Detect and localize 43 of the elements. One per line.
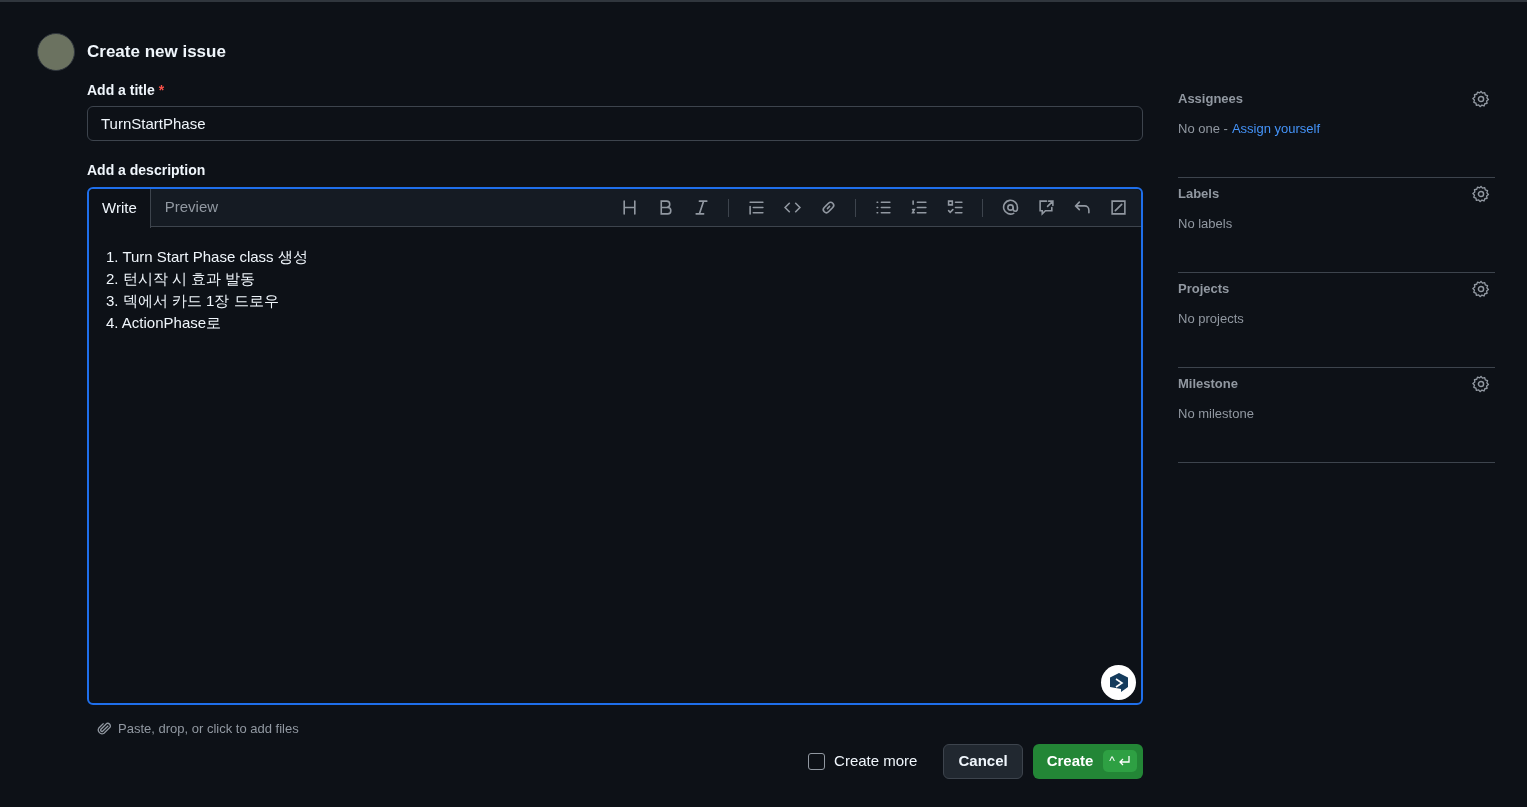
settings-icon[interactable] [1472,184,1490,203]
section-heading[interactable]: Assignees [1178,89,1244,109]
assistant-icon[interactable] [1101,665,1136,700]
section-value: No projects [1178,309,1244,328]
quote-icon[interactable] [747,199,765,216]
description-textarea[interactable]: 1. Turn Start Phase class 생성 2. 턴시작 시 효과 발동 3. 덱에서 카드 1장 드로우 4. ActionPhase로 [89,227,1141,703]
reply-icon[interactable] [1073,199,1091,216]
description-editor[interactable]: Write Preview 1. Turn Start Phase class 생성 2. 턴시작 시 효과 발동 3. 덱에서 카드 1장 드로우 4. ActionPhase로 [87,187,1143,705]
code-icon[interactable] [783,199,801,216]
heading-icon[interactable] [620,199,638,216]
title-input[interactable]: TurnStartPhase [87,106,1143,141]
avatar [37,33,75,71]
assign-yourself-link[interactable]: Assign yourself [1231,118,1321,138]
page-title: Create new issue [87,41,226,64]
required-mark: * [158,81,165,100]
section-heading[interactable]: Projects [1178,279,1230,299]
settings-icon[interactable] [1472,89,1490,108]
section-value: No milestone [1178,404,1254,423]
link-icon[interactable] [819,199,837,216]
editor-tab[interactable]: Preview [150,189,233,226]
shortcut-hint: ^ [1103,750,1137,772]
settings-icon[interactable] [1472,374,1490,393]
checkbox-label[interactable]: Create more [834,749,918,773]
create-more-checkbox[interactable] [808,752,826,770]
section-heading[interactable]: Labels [1178,184,1220,204]
cross-reference-icon[interactable] [1037,199,1055,216]
cancel-button[interactable]: Cancel [943,743,1023,779]
section-value: No one - [1178,119,1228,138]
section-heading[interactable]: Milestone [1178,374,1238,394]
task-list-icon[interactable] [946,199,964,216]
field-label: Add a description [87,161,207,180]
paperclip-icon [97,721,112,737]
bulleted-list-icon[interactable] [874,199,892,216]
section-value: No labels [1178,214,1233,233]
editor-tab[interactable]: Write [89,189,151,228]
settings-icon[interactable] [1472,279,1490,298]
numbered-list-icon[interactable] [910,199,928,216]
attach-hint[interactable]: Paste, drop, or click to add files [118,719,299,739]
field-label: Add a title [87,81,155,100]
mention-icon[interactable] [1001,199,1019,216]
fullscreen-icon[interactable] [1109,199,1127,216]
create-button[interactable]: Create ^ [1032,743,1143,779]
return-key-icon [1117,754,1131,768]
